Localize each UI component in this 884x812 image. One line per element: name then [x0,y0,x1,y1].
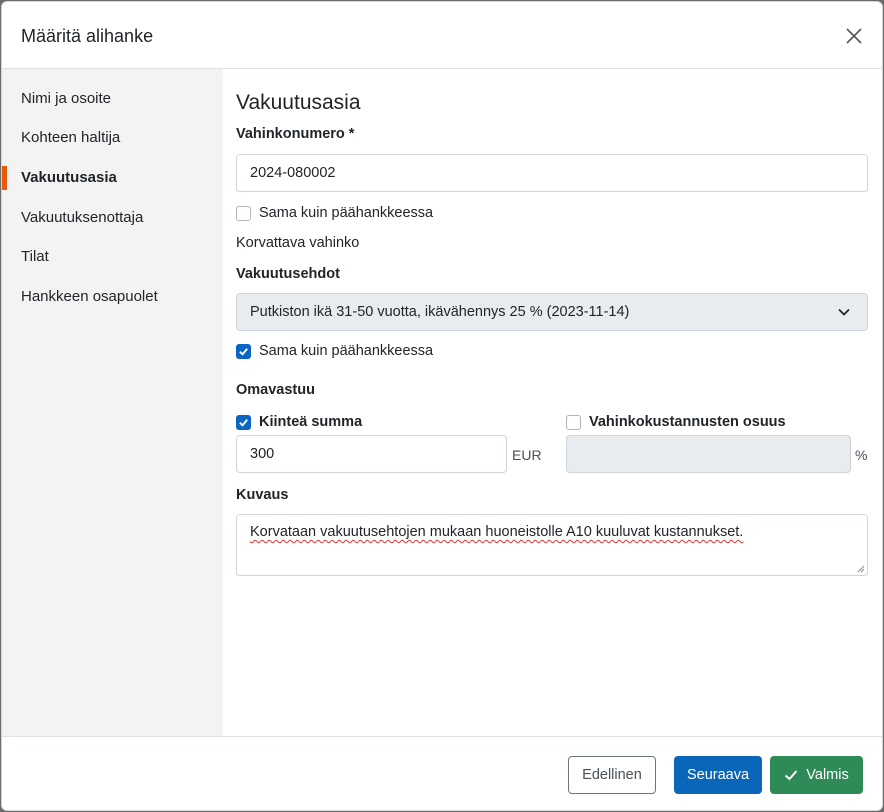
modal-dialog: Määritä alihanke Nimi ja osoite Kohteen … [1,1,883,811]
currency-unit: EUR [512,447,542,463]
same-as-main-checkbox-2[interactable]: Sama kuin päähankkeessa [236,342,433,360]
same-as-main-checkbox-1[interactable]: Sama kuin päähankkeessa [236,204,433,222]
checkbox-label: Sama kuin päähankkeessa [259,343,434,359]
chevron-down-icon [838,308,850,316]
close-icon [846,28,862,44]
fixed-amount-checkbox[interactable]: Kiinteä summa [236,413,362,431]
description-label: Kuvaus [236,487,289,503]
compensable-damage-text: Korvattava vahinko [236,235,360,251]
sidebar-item-parties[interactable]: Hankkeen osapuolet [2,285,223,309]
sidebar-item-rooms[interactable]: Tilat [2,245,223,269]
checkbox-label: Kiinteä summa [259,414,363,430]
share-input[interactable] [566,435,851,473]
close-button[interactable] [844,26,864,46]
checkbox-box[interactable] [236,414,251,430]
claim-number-input[interactable]: 2024-080002 [236,154,868,192]
check-icon [785,770,798,781]
previous-button[interactable]: Edellinen [568,756,656,794]
share-checkbox[interactable]: Vahinkokustannusten osuus [566,413,786,431]
percent-unit: % [855,447,868,463]
checkmark-icon [239,347,248,356]
sidebar-item-name-address[interactable]: Nimi ja osoite [2,87,223,111]
done-button-label: Valmis [806,767,849,783]
done-button[interactable]: Valmis [770,756,863,794]
sidebar-item-owner[interactable]: Kohteen haltija [2,126,223,150]
description-text: Korvataan vakuutusehtojen mukaan huoneis… [250,524,744,540]
checkbox-label: Sama kuin päähankkeessa [259,205,434,221]
deductible-label: Omavastuu [236,382,315,398]
terms-select-value: Putkiston ikä 31-50 vuotta, ikävähennys … [250,304,630,320]
description-textarea[interactable]: Korvataan vakuutusehtojen mukaan huoneis… [236,514,868,576]
resize-handle-icon[interactable] [857,565,865,573]
section-title: Vakuutusasia [236,91,361,114]
modal-footer: Edellinen Seuraava Valmis [2,736,882,810]
checkmark-icon [239,418,248,427]
form-content: Vakuutusasia Vahinkonumero * 2024-080002… [223,69,882,736]
modal-header: Määritä alihanke [2,2,882,69]
sidebar-nav: Nimi ja osoite Kohteen haltija Vakuutusa… [2,69,223,736]
modal-title: Määritä alihanke [21,26,154,46]
checkbox-box[interactable] [236,343,251,359]
checkbox-box[interactable] [566,414,581,430]
fixed-amount-input[interactable]: 300 [236,435,507,473]
terms-label: Vakuutusehdot [236,266,340,282]
checkbox-box[interactable] [236,205,251,221]
claim-number-label: Vahinkonumero * [236,126,355,142]
sidebar-item-insurance[interactable]: Vakuutusasia [2,166,223,190]
sidebar-item-policyholder[interactable]: Vakuutuksenottaja [2,206,223,230]
next-button[interactable]: Seuraava [674,756,762,794]
terms-select[interactable]: Putkiston ikä 31-50 vuotta, ikävähennys … [236,293,868,331]
checkbox-label: Vahinkokustannusten osuus [589,414,786,430]
